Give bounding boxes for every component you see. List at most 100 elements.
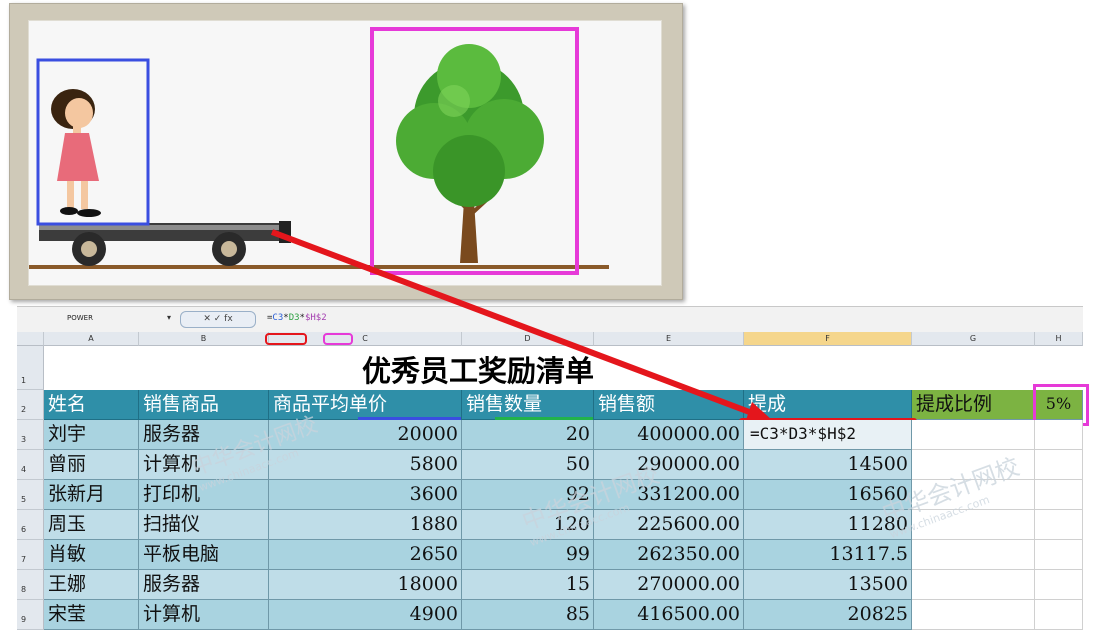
tree-highlight bbox=[438, 85, 470, 117]
formula-buttons[interactable]: ✕ ✓ fx bbox=[180, 311, 256, 328]
cell-sales[interactable]: 331200.00 bbox=[594, 480, 744, 510]
empty-cell-h[interactable] bbox=[1035, 420, 1083, 450]
cell-product[interactable]: 平板电脑 bbox=[139, 540, 269, 570]
header-cell-name[interactable]: 姓名 bbox=[44, 390, 139, 420]
cell-sales[interactable]: 416500.00 bbox=[594, 600, 744, 630]
cell-unit-price[interactable]: 20000 bbox=[269, 420, 462, 450]
header-cell-commission[interactable]: 提成 bbox=[744, 390, 912, 420]
cart-hub-left bbox=[81, 241, 97, 257]
empty-cell-g[interactable] bbox=[912, 570, 1035, 600]
row-header[interactable]: 5 bbox=[17, 480, 44, 510]
cell-product[interactable]: 服务器 bbox=[139, 570, 269, 600]
cell-quantity[interactable]: 20 bbox=[462, 420, 594, 450]
empty-cell-g[interactable] bbox=[912, 600, 1035, 630]
cell-name[interactable]: 周玉 bbox=[44, 510, 139, 540]
header-cell-unit-price[interactable]: 商品平均单价 bbox=[269, 390, 462, 420]
cell-name[interactable]: 宋莹 bbox=[44, 600, 139, 630]
girl-leg-right bbox=[81, 181, 88, 209]
cell-sales[interactable]: 270000.00 bbox=[594, 570, 744, 600]
cart-illustration bbox=[39, 221, 291, 266]
row-header[interactable]: 7 bbox=[17, 540, 44, 570]
cell-name[interactable]: 王娜 bbox=[44, 570, 139, 600]
formula-part: D3 bbox=[288, 313, 300, 323]
cell-quantity[interactable]: 50 bbox=[462, 450, 594, 480]
cell-name[interactable]: 张新月 bbox=[44, 480, 139, 510]
commission-rate-label[interactable]: 提成比例 bbox=[912, 390, 1035, 420]
cell-unit-price[interactable]: 4900 bbox=[269, 600, 462, 630]
empty-cell-g[interactable] bbox=[912, 420, 1035, 450]
cell-commission[interactable]: =C3*D3*$H$2 bbox=[744, 420, 912, 450]
cell-product[interactable]: 计算机 bbox=[139, 600, 269, 630]
girl-shoe-right bbox=[77, 209, 101, 217]
formula-input[interactable]: =C3*D3*$H$2 bbox=[267, 313, 327, 323]
illustration-canvas bbox=[28, 20, 662, 286]
girl-leg-left bbox=[67, 181, 74, 209]
cell-sales[interactable]: 225600.00 bbox=[594, 510, 744, 540]
cell-name[interactable]: 刘宇 bbox=[44, 420, 139, 450]
cell-unit-price[interactable]: 3600 bbox=[269, 480, 462, 510]
cell-commission[interactable]: 16560 bbox=[744, 480, 912, 510]
empty-cell-g[interactable] bbox=[912, 510, 1035, 540]
empty-cell-h[interactable] bbox=[1035, 510, 1083, 540]
row-header[interactable]: 9 bbox=[17, 600, 44, 630]
girl-face bbox=[65, 98, 93, 128]
tree-leaves-4 bbox=[433, 135, 505, 207]
empty-cell-g[interactable] bbox=[912, 480, 1035, 510]
empty-cell-h[interactable] bbox=[1035, 450, 1083, 480]
cell-unit-price[interactable]: 2650 bbox=[269, 540, 462, 570]
name-box-dropdown-icon[interactable]: ▾ bbox=[167, 313, 171, 322]
cell-quantity[interactable]: 92 bbox=[462, 480, 594, 510]
spreadsheet: POWER ▾ ✕ ✓ fx =C3*D3*$H$2 A B C D E F G… bbox=[17, 306, 1089, 630]
empty-cell-h[interactable] bbox=[1035, 570, 1083, 600]
select-all-corner[interactable] bbox=[17, 332, 44, 346]
cell-quantity[interactable]: 120 bbox=[462, 510, 594, 540]
illustration-svg bbox=[29, 27, 609, 275]
cell-product[interactable]: 服务器 bbox=[139, 420, 269, 450]
cell-product[interactable]: 计算机 bbox=[139, 450, 269, 480]
row-header[interactable]: 6 bbox=[17, 510, 44, 540]
empty-cell-h[interactable] bbox=[1035, 480, 1083, 510]
cell-commission[interactable]: 13500 bbox=[744, 570, 912, 600]
row-header[interactable]: 2 bbox=[17, 390, 44, 420]
column-header-h[interactable]: H bbox=[1035, 332, 1083, 346]
column-header-g[interactable]: G bbox=[912, 332, 1035, 346]
cart-deck-highlight bbox=[39, 225, 289, 230]
row-header[interactable]: 8 bbox=[17, 570, 44, 600]
cell-sales[interactable]: 400000.00 bbox=[594, 420, 744, 450]
empty-cell-h[interactable] bbox=[1035, 540, 1083, 570]
cell-sales[interactable]: 290000.00 bbox=[594, 450, 744, 480]
empty-cell-g[interactable] bbox=[912, 540, 1035, 570]
ground-line bbox=[29, 265, 609, 269]
cell-commission[interactable]: 14500 bbox=[744, 450, 912, 480]
cell-commission[interactable]: 11280 bbox=[744, 510, 912, 540]
girl-dress bbox=[57, 133, 99, 181]
cell-name[interactable]: 曾丽 bbox=[44, 450, 139, 480]
illustration-frame bbox=[9, 3, 683, 300]
sheet-title: 优秀员工奖励清单 bbox=[361, 354, 594, 388]
cell-quantity[interactable]: 15 bbox=[462, 570, 594, 600]
cell-unit-price[interactable]: 18000 bbox=[269, 570, 462, 600]
cell-unit-price[interactable]: 1880 bbox=[269, 510, 462, 540]
cell-name[interactable]: 肖敏 bbox=[44, 540, 139, 570]
cell-commission[interactable]: 13117.5 bbox=[744, 540, 912, 570]
cell-quantity[interactable]: 99 bbox=[462, 540, 594, 570]
cell-commission[interactable]: 20825 bbox=[744, 600, 912, 630]
row-header[interactable]: 3 bbox=[17, 420, 44, 450]
cell-product[interactable]: 扫描仪 bbox=[139, 510, 269, 540]
row-header[interactable]: 4 bbox=[17, 450, 44, 480]
girl-shoe-left bbox=[60, 207, 78, 215]
cell-quantity[interactable]: 85 bbox=[462, 600, 594, 630]
girl-highlight-box bbox=[36, 58, 150, 226]
header-cell-product[interactable]: 销售商品 bbox=[139, 390, 269, 420]
cell-product[interactable]: 打印机 bbox=[139, 480, 269, 510]
empty-cell-g[interactable] bbox=[912, 450, 1035, 480]
cell-unit-price[interactable]: 5800 bbox=[269, 450, 462, 480]
tree-illustration bbox=[396, 44, 544, 263]
empty-cell-h[interactable] bbox=[1035, 600, 1083, 630]
cell-sales[interactable]: 262350.00 bbox=[594, 540, 744, 570]
name-box[interactable]: POWER bbox=[67, 314, 93, 322]
header-cell-quantity[interactable]: 销售数量 bbox=[462, 390, 594, 420]
cart-front bbox=[279, 221, 291, 243]
header-cell-sales[interactable]: 销售额 bbox=[594, 390, 744, 420]
row-header[interactable]: 1 bbox=[17, 346, 44, 390]
